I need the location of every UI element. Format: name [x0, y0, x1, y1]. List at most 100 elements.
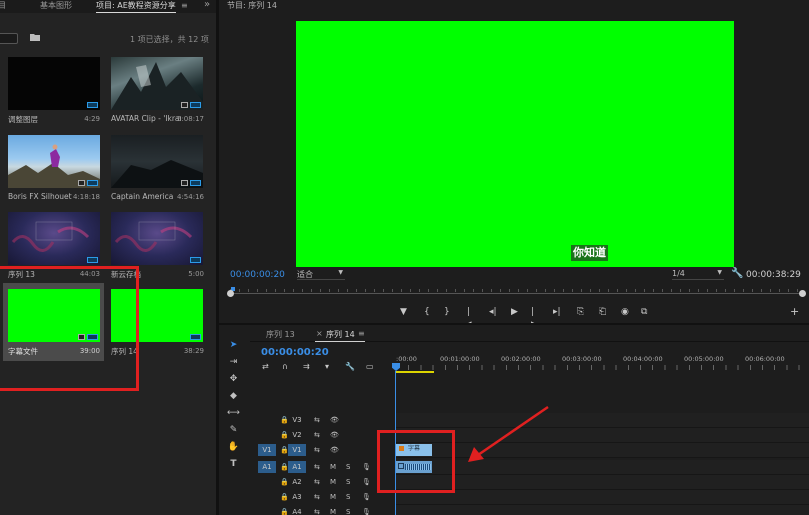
panel-menu-icon[interactable]: ≡ [181, 0, 188, 12]
sync-lock-icon[interactable]: ⇆ [314, 461, 320, 473]
ruler-label: 00:03:00:00 [562, 355, 602, 363]
track-target[interactable]: A1 [288, 461, 306, 473]
track-lane[interactable] [396, 490, 809, 505]
nest-icon[interactable]: ⇄ [262, 362, 269, 371]
selection-tool-icon[interactable]: ➤ [226, 339, 241, 352]
tab-project[interactable]: 项目: AE教程资源分享 [96, 0, 176, 13]
more-panels-icon[interactable]: » [204, 0, 210, 11]
mark-in-button[interactable]: { [424, 306, 430, 318]
track-header: 🔒 A4 ⇆ M S 🎙 [250, 505, 396, 515]
thumb-captain-america[interactable] [111, 135, 203, 188]
razor-tool-icon[interactable]: ◆ [226, 390, 241, 403]
item-name: AVATAR Clip - 'Ikran... [111, 114, 181, 123]
track-target[interactable]: V2 [288, 429, 306, 441]
track-select-tool-icon[interactable]: ⇥ [226, 356, 241, 369]
ruler-ticks [396, 365, 809, 370]
thumb-cloud-save[interactable] [111, 212, 203, 265]
eye-icon[interactable]: 👁 [330, 444, 339, 456]
panel-menu-icon[interactable]: ≡ [358, 329, 365, 338]
track-target[interactable]: V1 [288, 444, 306, 456]
search-input[interactable] [0, 33, 18, 44]
tab-sequence-14[interactable]: 序列 14 [326, 329, 355, 340]
mark-out-button[interactable]: } [444, 306, 450, 318]
microphone-icon[interactable]: 🎙 [362, 506, 371, 515]
eye-icon[interactable]: 👁 [330, 429, 339, 441]
thumb-avatar-clip[interactable] [111, 57, 203, 110]
solo-button[interactable]: S [346, 461, 350, 473]
video-frame[interactable]: 你知道 [296, 21, 734, 267]
ruler-label: 00:05:00:00 [684, 355, 724, 363]
time-ruler[interactable]: :00:00 00:01:00:00 00:02:00:00 00:03:00:… [396, 353, 809, 373]
step-back-button[interactable]: ◂| [489, 306, 497, 318]
source-patch[interactable]: V1 [258, 444, 276, 456]
mute-button[interactable]: M [330, 461, 336, 473]
close-icon[interactable]: × [316, 329, 323, 338]
mute-button[interactable]: M [330, 476, 336, 488]
work-area-bar[interactable] [396, 371, 434, 373]
track-lane[interactable] [396, 428, 809, 443]
sync-lock-icon[interactable]: ⇆ [314, 491, 320, 503]
thumb-adjustment-layer[interactable] [8, 57, 100, 110]
sync-lock-icon[interactable]: ⇆ [314, 506, 320, 515]
track-target[interactable]: A4 [288, 506, 306, 515]
track-target[interactable]: A2 [288, 476, 306, 488]
wrench-icon[interactable]: 🔧 [731, 268, 743, 279]
pen-tool-icon[interactable]: ✎ [226, 424, 241, 437]
timeline-timecode[interactable]: 00:00:00:20 [261, 347, 329, 358]
sync-lock-icon[interactable]: ⇆ [314, 414, 320, 426]
add-marker-icon[interactable]: ▾ [325, 362, 329, 371]
export-frame-button[interactable]: ◉ [621, 306, 629, 318]
zoom-handle-left[interactable] [227, 290, 234, 297]
monitor-title: 节目: 序列 14 [227, 1, 277, 10]
comparison-view-button[interactable]: ⧉ [641, 306, 647, 318]
tab-essential-graphics[interactable]: 基本图形 [40, 0, 72, 13]
slip-tool-icon[interactable]: ⟷ [226, 407, 241, 420]
item-type-icon [190, 102, 201, 108]
microphone-icon[interactable]: 🎙 [362, 476, 371, 488]
monitor-scrubber[interactable] [227, 287, 806, 297]
solo-button[interactable]: S [346, 506, 350, 515]
thumb-sequence-13[interactable] [8, 212, 100, 265]
sync-lock-icon[interactable]: ⇆ [314, 444, 320, 456]
captions-icon[interactable]: ▭ [366, 362, 374, 371]
go-to-out-button[interactable]: ▸| [553, 306, 561, 318]
linked-selection-icon[interactable]: ⇉ [303, 362, 310, 371]
source-patch[interactable]: A1 [258, 461, 276, 473]
type-tool-icon[interactable]: T [226, 458, 241, 471]
resolution-select[interactable]: 1/4 ▼ [672, 269, 724, 280]
ripple-edit-tool-icon[interactable]: ✥ [226, 373, 241, 386]
sync-lock-icon[interactable]: ⇆ [314, 476, 320, 488]
solo-button[interactable]: S [346, 476, 350, 488]
track-lane[interactable] [396, 505, 809, 515]
track-header: 🔒 A3 ⇆ M S 🎙 [250, 490, 396, 505]
microphone-icon[interactable]: 🎙 [362, 461, 371, 473]
add-marker-button[interactable]: ▼ [400, 306, 407, 318]
microphone-icon[interactable]: 🎙 [362, 491, 371, 503]
thumb-boris-fx[interactable] [8, 135, 100, 188]
item-duration: 5:08:17 [177, 115, 204, 123]
track-lane[interactable] [396, 460, 809, 475]
hand-tool-icon[interactable]: ✋ [226, 441, 241, 454]
track-target[interactable]: A3 [288, 491, 306, 503]
tab-book[interactable]: 书目 [0, 0, 6, 13]
wrench-icon[interactable]: 🔧 [345, 362, 355, 371]
folder-icon[interactable] [30, 33, 40, 41]
playhead-timecode[interactable]: 00:00:00:20 [230, 270, 285, 280]
mute-button[interactable]: M [330, 491, 336, 503]
fit-select[interactable]: 适合 ▼ [297, 269, 345, 280]
snap-icon[interactable]: ∩ [282, 362, 288, 371]
button-editor-add-button[interactable]: + [790, 306, 799, 318]
track-target[interactable]: V3 [288, 414, 306, 426]
track-lane[interactable] [396, 413, 809, 428]
eye-icon[interactable]: 👁 [330, 414, 339, 426]
lift-button[interactable]: ⎘ [577, 306, 584, 318]
extract-button[interactable]: ⎗ [599, 306, 606, 318]
track-lane[interactable] [396, 443, 809, 458]
tab-sequence-13[interactable]: 序列 13 [266, 329, 295, 340]
sync-lock-icon[interactable]: ⇆ [314, 429, 320, 441]
play-button[interactable]: ▶ [511, 306, 518, 318]
mute-button[interactable]: M [330, 506, 336, 515]
solo-button[interactable]: S [346, 491, 350, 503]
zoom-handle-right[interactable] [799, 290, 806, 297]
track-lane[interactable] [396, 475, 809, 490]
